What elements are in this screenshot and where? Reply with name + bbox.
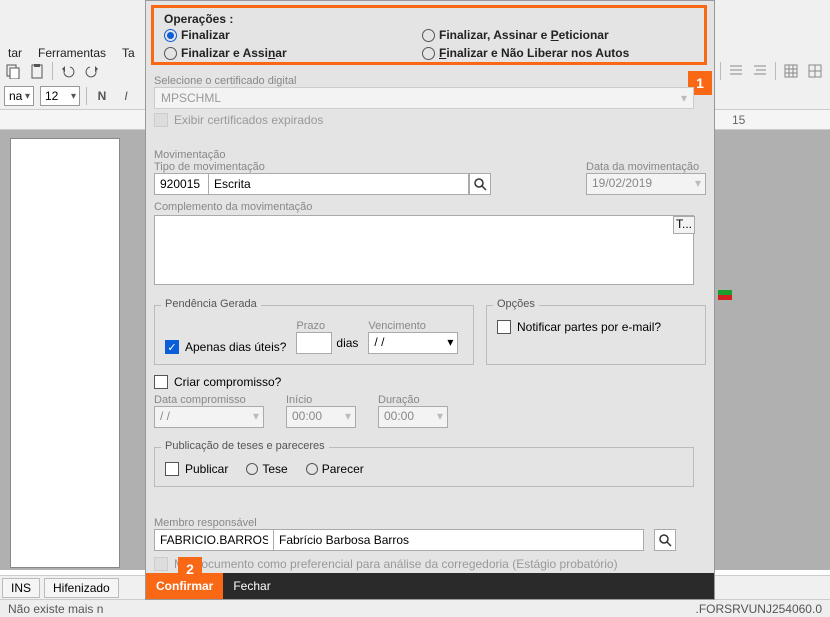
copy-icon[interactable] xyxy=(4,62,22,80)
movimentacao-section: Movimentação Tipo de movimentação Data d… xyxy=(154,149,706,285)
duracao-label: Duração xyxy=(378,394,448,406)
menu-item[interactable]: Ferramentas xyxy=(34,44,110,62)
flag-indicator xyxy=(718,290,732,300)
document-page[interactable] xyxy=(10,138,120,568)
search-membro-button[interactable] xyxy=(654,529,676,551)
toolbar-right-1 xyxy=(720,62,830,80)
radio-finalizar[interactable]: Finalizar xyxy=(164,28,414,42)
pendencia-opcoes-section: Pendência Gerada Apenas dias úteis? Praz… xyxy=(154,305,706,365)
certificate-section: Selecione o certificado digital MPSCHML … xyxy=(154,75,706,130)
table-icon[interactable] xyxy=(806,62,824,80)
pendencia-groupbox: Pendência Gerada Apenas dias úteis? Praz… xyxy=(154,305,474,365)
membro-label: Membro responsável xyxy=(154,517,706,529)
bold-button[interactable]: N xyxy=(93,87,111,105)
divider xyxy=(86,87,87,105)
complemento-t-button[interactable]: T... xyxy=(673,216,695,234)
criar-compromisso-checkbox[interactable]: Criar compromisso? xyxy=(154,375,281,389)
publicacao-section: Publicação de teses e pareceres Publicar… xyxy=(154,447,706,487)
redo-icon[interactable] xyxy=(83,62,101,80)
data-mov-field: 19/02/2019 ▾ xyxy=(586,173,706,195)
search-tipo-button[interactable] xyxy=(469,173,491,195)
data-comp-field: / /▾ xyxy=(154,406,264,428)
status-hyphen[interactable]: Hifenizado xyxy=(44,578,119,598)
publicacao-title: Publicação de teses e pareceres xyxy=(161,440,329,452)
toolbar-row-1 xyxy=(4,62,101,80)
chevron-down-icon: ▾ xyxy=(695,176,701,190)
divider xyxy=(720,62,721,80)
cert-label: Selecione o certificado digital xyxy=(154,75,706,87)
chevron-down-icon: ▾ xyxy=(437,409,443,423)
parecer-radio[interactable]: Parecer xyxy=(306,462,364,476)
membro-login-input[interactable] xyxy=(154,529,274,551)
status-server: .FORSRVUNJ254060.0 xyxy=(695,602,822,616)
operacoes-group: Operações : Finalizar Finalizar, Assinar… xyxy=(151,5,707,65)
compromisso-section: Criar compromisso? Data compromisso / /▾… xyxy=(154,375,706,428)
apenas-dias-uteis-checkbox[interactable]: Apenas dias úteis? xyxy=(165,340,286,354)
toolbar-row-2: na 12 N I xyxy=(4,86,135,106)
prazo-label: Prazo xyxy=(296,320,358,332)
membro-section: Membro responsável M r documento como pr… xyxy=(154,517,706,574)
radio-finalizar-assinar-peticionar[interactable]: Finalizar, Assinar e Peticionar xyxy=(422,28,722,42)
inicio-field: 00:00▾ xyxy=(286,406,356,428)
font-size-combo[interactable]: 12 xyxy=(40,86,80,106)
notificar-checkbox[interactable]: Notificar partes por e-mail? xyxy=(497,320,661,334)
publicar-checkbox[interactable]: Publicar xyxy=(165,462,228,476)
italic-button[interactable]: I xyxy=(117,87,135,105)
prazo-input[interactable] xyxy=(296,332,332,354)
fechar-button[interactable]: Fechar xyxy=(223,573,280,599)
pendencia-title: Pendência Gerada xyxy=(161,298,261,310)
status-bar-2: Não existe mais n .FORSRVUNJ254060.0 xyxy=(0,599,830,617)
chevron-down-icon: ▾ xyxy=(447,335,453,349)
paste-icon[interactable] xyxy=(28,62,46,80)
align-icon[interactable] xyxy=(751,62,769,80)
vencimento-label: Vencimento xyxy=(368,320,458,332)
dialog-button-bar: Confirmar Fechar xyxy=(146,573,714,599)
table-icon[interactable] xyxy=(782,62,800,80)
radio-finalizar-nao-liberar[interactable]: Finalizar e Não Liberar nos Autos xyxy=(422,46,722,60)
membro-nome-input[interactable] xyxy=(274,529,644,551)
complemento-textarea[interactable]: T... xyxy=(154,215,694,285)
dias-label: dias xyxy=(336,336,358,350)
radio-finalizar-assinar[interactable]: Finalizar e Assinar xyxy=(164,46,414,60)
complemento-label: Complemento da movimentação xyxy=(154,201,706,213)
menu-item[interactable]: Ta xyxy=(118,44,139,62)
inicio-label: Início xyxy=(286,394,356,406)
tipo-label: Tipo de movimentação xyxy=(154,161,491,173)
font-name-combo[interactable]: na xyxy=(4,86,34,106)
menu-item[interactable]: tar xyxy=(4,44,26,62)
tipo-code-input[interactable] xyxy=(154,173,209,195)
finalize-dialog: Operações : Finalizar Finalizar, Assinar… xyxy=(145,0,715,600)
chevron-down-icon: ▾ xyxy=(253,409,259,423)
duracao-field: 00:00▾ xyxy=(378,406,448,428)
opcoes-groupbox: Opções Notificar partes por e-mail? xyxy=(486,305,706,365)
vencimento-field[interactable]: / / ▾ xyxy=(368,332,458,354)
align-icon[interactable] xyxy=(727,62,745,80)
opcoes-title: Opções xyxy=(493,298,539,310)
ruler-tick: 15 xyxy=(732,113,745,127)
cert-expired-checkbox: Exibir certificados expirados xyxy=(154,113,323,127)
tese-radio[interactable]: Tese xyxy=(246,462,287,476)
menu-bar: tar Ferramentas Ta xyxy=(0,42,143,64)
data-mov-label: Data da movimentação xyxy=(586,161,706,173)
tipo-desc-input[interactable] xyxy=(209,173,469,195)
undo-icon[interactable] xyxy=(59,62,77,80)
preferencial-checkbox: M r documento como preferencial para aná… xyxy=(154,557,618,571)
status-msg: Não existe mais n xyxy=(8,602,103,616)
search-icon xyxy=(473,177,487,191)
cert-dropdown: MPSCHML xyxy=(154,87,694,109)
operacoes-title: Operações : xyxy=(164,12,694,26)
chevron-down-icon: ▾ xyxy=(345,409,351,423)
search-icon xyxy=(658,533,672,547)
divider xyxy=(775,62,776,80)
divider xyxy=(52,62,53,80)
mov-title: Movimentação xyxy=(154,149,706,161)
publicacao-groupbox: Publicação de teses e pareceres Publicar… xyxy=(154,447,694,487)
data-comp-label: Data compromisso xyxy=(154,394,264,406)
status-ins[interactable]: INS xyxy=(2,578,40,598)
callout-badge-2: 2 xyxy=(178,557,202,581)
